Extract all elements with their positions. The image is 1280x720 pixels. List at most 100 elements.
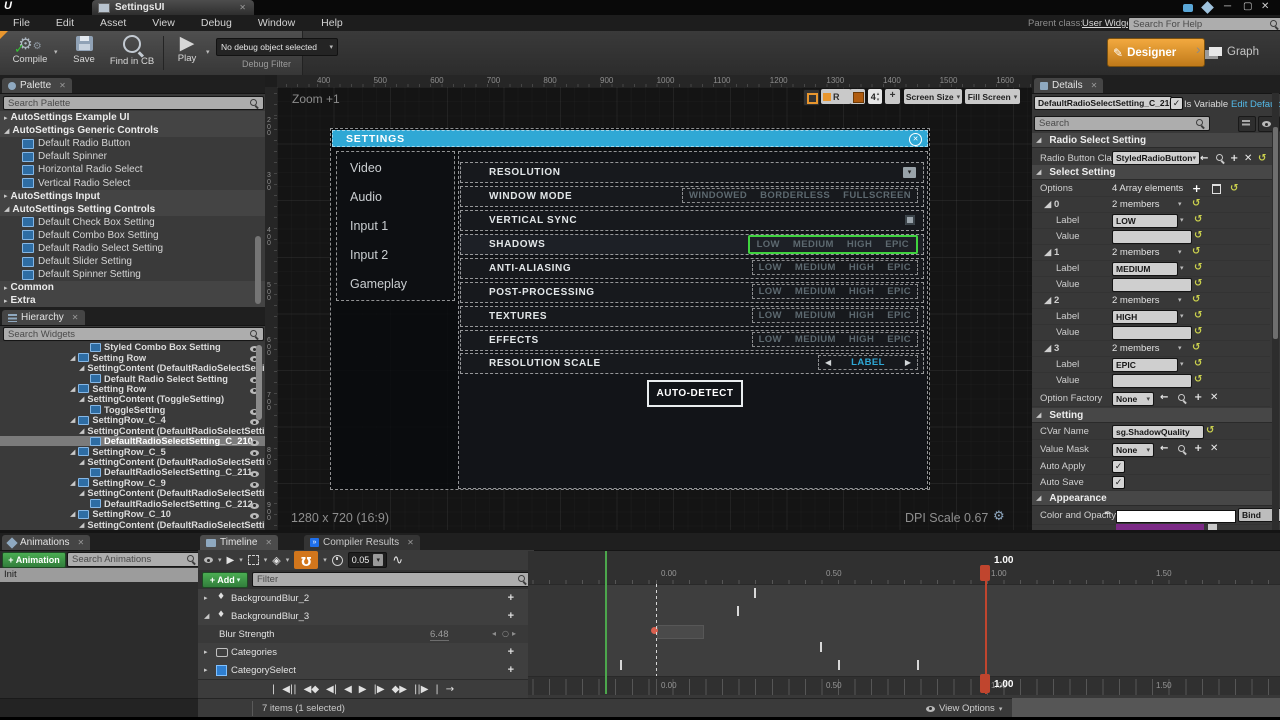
visibility-toggle[interactable] [250, 438, 259, 446]
menu-window[interactable]: Window [245, 17, 308, 29]
hierarchy-item[interactable]: ◢SettingContent (DefaultRadioSelectSetti [0, 519, 265, 529]
chevron-down-icon[interactable]: ▾ [1178, 248, 1182, 256]
spinner-control[interactable]: ◀LABEL▶ [818, 355, 918, 370]
palette-widget-item[interactable]: Vertical Radio Select [0, 176, 265, 189]
keyframe-tick[interactable] [737, 606, 739, 616]
section-appearance[interactable]: ◢Appearance [1032, 491, 1272, 506]
preview-menu-item[interactable]: Gameplay [350, 277, 407, 291]
add-icon[interactable]: + [1230, 153, 1238, 164]
browse-to-icon[interactable]: ← [1160, 392, 1168, 403]
add-track-button[interactable]: + Add▾ [202, 572, 248, 588]
playback-control-2[interactable]: ◀◆ [304, 684, 319, 695]
reset-icon[interactable]: ↺ [1192, 246, 1200, 257]
arrow-left-icon[interactable]: ◀ [825, 358, 831, 367]
palette-widget-item[interactable]: Default Slider Setting [0, 255, 265, 268]
radio-option[interactable]: LOW [759, 286, 782, 297]
chevron-expanded-icon[interactable]: ◢ [204, 612, 209, 620]
radio-option[interactable]: EPIC [887, 262, 911, 273]
keyframe-tick[interactable] [820, 642, 822, 652]
hierarchy-item[interactable]: ◢SettingContent (DefaultRadioSelectSetti [0, 488, 265, 498]
section-radio-select-setting[interactable]: ◢Radio Select Setting [1032, 133, 1272, 148]
preview-menu-item[interactable]: Video [350, 161, 382, 175]
playback-options-icon[interactable]: ▶ [227, 555, 235, 566]
radio-option-group[interactable]: LOWMEDIUMHIGHEPIC [748, 235, 918, 254]
transform-key-icon[interactable]: ◈ [272, 554, 280, 567]
radio-option[interactable]: EPIC [887, 310, 911, 321]
radio-option[interactable]: EPIC [887, 334, 911, 345]
visibility-toggle[interactable] [250, 511, 259, 519]
hierarchy-item[interactable]: ◢SettingContent (DefaultRadioSelectSetti [0, 426, 265, 436]
palette-widget-item[interactable]: Default Combo Box Setting [0, 229, 265, 242]
hierarchy-item[interactable]: ◢SettingRow_C_4 [0, 415, 265, 425]
grid-size-stepper[interactable]: 4 ▴▾ [868, 89, 882, 104]
option-value-field[interactable] [1112, 326, 1192, 340]
option-label-field[interactable]: EPIC [1112, 358, 1178, 372]
option-value-field[interactable] [1112, 374, 1192, 388]
option-value-field[interactable] [1112, 278, 1192, 292]
radio-option[interactable]: MEDIUM [795, 334, 836, 345]
palette-category[interactable]: ▸AutoSettings Example UI [0, 111, 265, 124]
tab-close-icon[interactable]: ✕ [239, 3, 246, 12]
timeline-track-row[interactable]: ▸♦BackgroundBlur_2+ [198, 589, 528, 608]
section-setting[interactable]: ◢Setting [1032, 408, 1272, 423]
chevron-down-icon[interactable]: ▾ [1180, 264, 1184, 272]
option-entry-header[interactable]: ◢ 02 members▾↺ [1032, 196, 1270, 213]
tab-close-icon[interactable]: ✕ [1091, 81, 1098, 90]
chevron-down-icon[interactable]: ▾ [1178, 296, 1182, 304]
add-key-icon[interactable]: + [508, 592, 514, 604]
radio-option-group[interactable]: LOWMEDIUMHIGHEPIC [752, 260, 918, 275]
reset-icon[interactable]: ↺ [1194, 326, 1202, 337]
preview-category-menu[interactable]: VideoAudioInput 1Input 2Gameplay [336, 151, 455, 301]
reset-icon[interactable]: ↺ [1192, 198, 1200, 209]
hierarchy-item[interactable]: DefaultRadioSelectSetting_C_211 [0, 467, 265, 477]
visibility-toggle[interactable] [250, 469, 259, 477]
reset-icon[interactable]: ↺ [1192, 342, 1200, 353]
close-button[interactable]: ✕ [1261, 1, 1269, 12]
grid-snap-button[interactable] [850, 89, 865, 104]
preview-menu-item[interactable]: Input 1 [350, 219, 388, 233]
palette-category[interactable]: ▸Extra [0, 294, 265, 307]
tab-hierarchy[interactable]: Hierarchy✕ [2, 310, 85, 325]
add-element-icon[interactable]: + [1192, 182, 1201, 195]
search-asset-icon[interactable] [1178, 394, 1187, 403]
feedback-icon[interactable] [1183, 4, 1193, 12]
menu-debug[interactable]: Debug [188, 17, 245, 29]
palette-category[interactable]: ◢AutoSettings Setting Controls [0, 203, 265, 216]
snap-interval-stepper[interactable]: 0.05 ▾ [348, 552, 388, 568]
is-variable-checkbox[interactable]: ✓ [1170, 97, 1183, 110]
radio-option[interactable]: HIGH [847, 239, 872, 250]
reset-icon[interactable]: ↺ [1194, 230, 1202, 241]
chevron-down-icon[interactable]: ▾ [1178, 344, 1182, 352]
animation-list-item[interactable]: Init [0, 568, 198, 582]
visibility-toggle[interactable] [250, 501, 259, 509]
outline-mode-button[interactable] [803, 89, 820, 106]
animations-search-input[interactable]: Search Animations [67, 552, 201, 567]
timeline-ruler-top[interactable]: 0.000.501.001.50 [528, 551, 1280, 585]
tab-close-icon[interactable]: ✕ [72, 313, 79, 322]
save-button[interactable]: Save [64, 35, 104, 73]
play-button[interactable]: ▶ Play [170, 33, 204, 73]
radio-option[interactable]: LOW [759, 262, 782, 273]
setting-row-textures[interactable]: TEXTURESLOWMEDIUMHIGHEPIC [460, 306, 924, 327]
setting-row-resolution[interactable]: RESOLUTION▾ [460, 162, 924, 183]
auto-detect-button[interactable]: AUTO-DETECT [647, 380, 743, 407]
bottom-right-scroll-area[interactable] [1012, 698, 1280, 717]
reset-icon[interactable]: ↺ [1194, 374, 1202, 385]
radio-option[interactable]: BORDERLESS [760, 190, 830, 201]
playback-range-start-line[interactable] [605, 551, 607, 694]
hierarchy-item[interactable]: ◢SettingContent (DefaultRadioSelectSetti [0, 363, 265, 373]
preview-root[interactable]: SETTINGS ✕ VideoAudioInput 1Input 2Gamep… [330, 128, 930, 490]
reset-icon[interactable]: ↺ [1194, 358, 1202, 369]
timeline-track-area[interactable]: 0.000.501.001.50 0.000.501.001.50 1.00 1… [528, 551, 1280, 694]
setting-row-vertical-sync[interactable]: VERTICAL SYNC [460, 210, 924, 231]
timeline-track-row[interactable]: ▸Categories+ [198, 643, 528, 662]
playhead-marker-bottom[interactable] [980, 674, 990, 693]
menu-view[interactable]: View [139, 17, 188, 29]
tab-close-icon[interactable]: ✕ [265, 538, 272, 547]
playback-control-0[interactable]: | [272, 684, 275, 695]
playback-control-1[interactable]: ◀|| [282, 684, 296, 695]
option-label-field[interactable]: LOW [1112, 214, 1178, 228]
asset-tab[interactable]: SettingsUI ✕ [92, 0, 254, 15]
radio-option-group[interactable]: LOWMEDIUMHIGHEPIC [752, 308, 918, 323]
timeline-track-row[interactable]: Blur Strength6.48◂○▸ [198, 625, 528, 644]
